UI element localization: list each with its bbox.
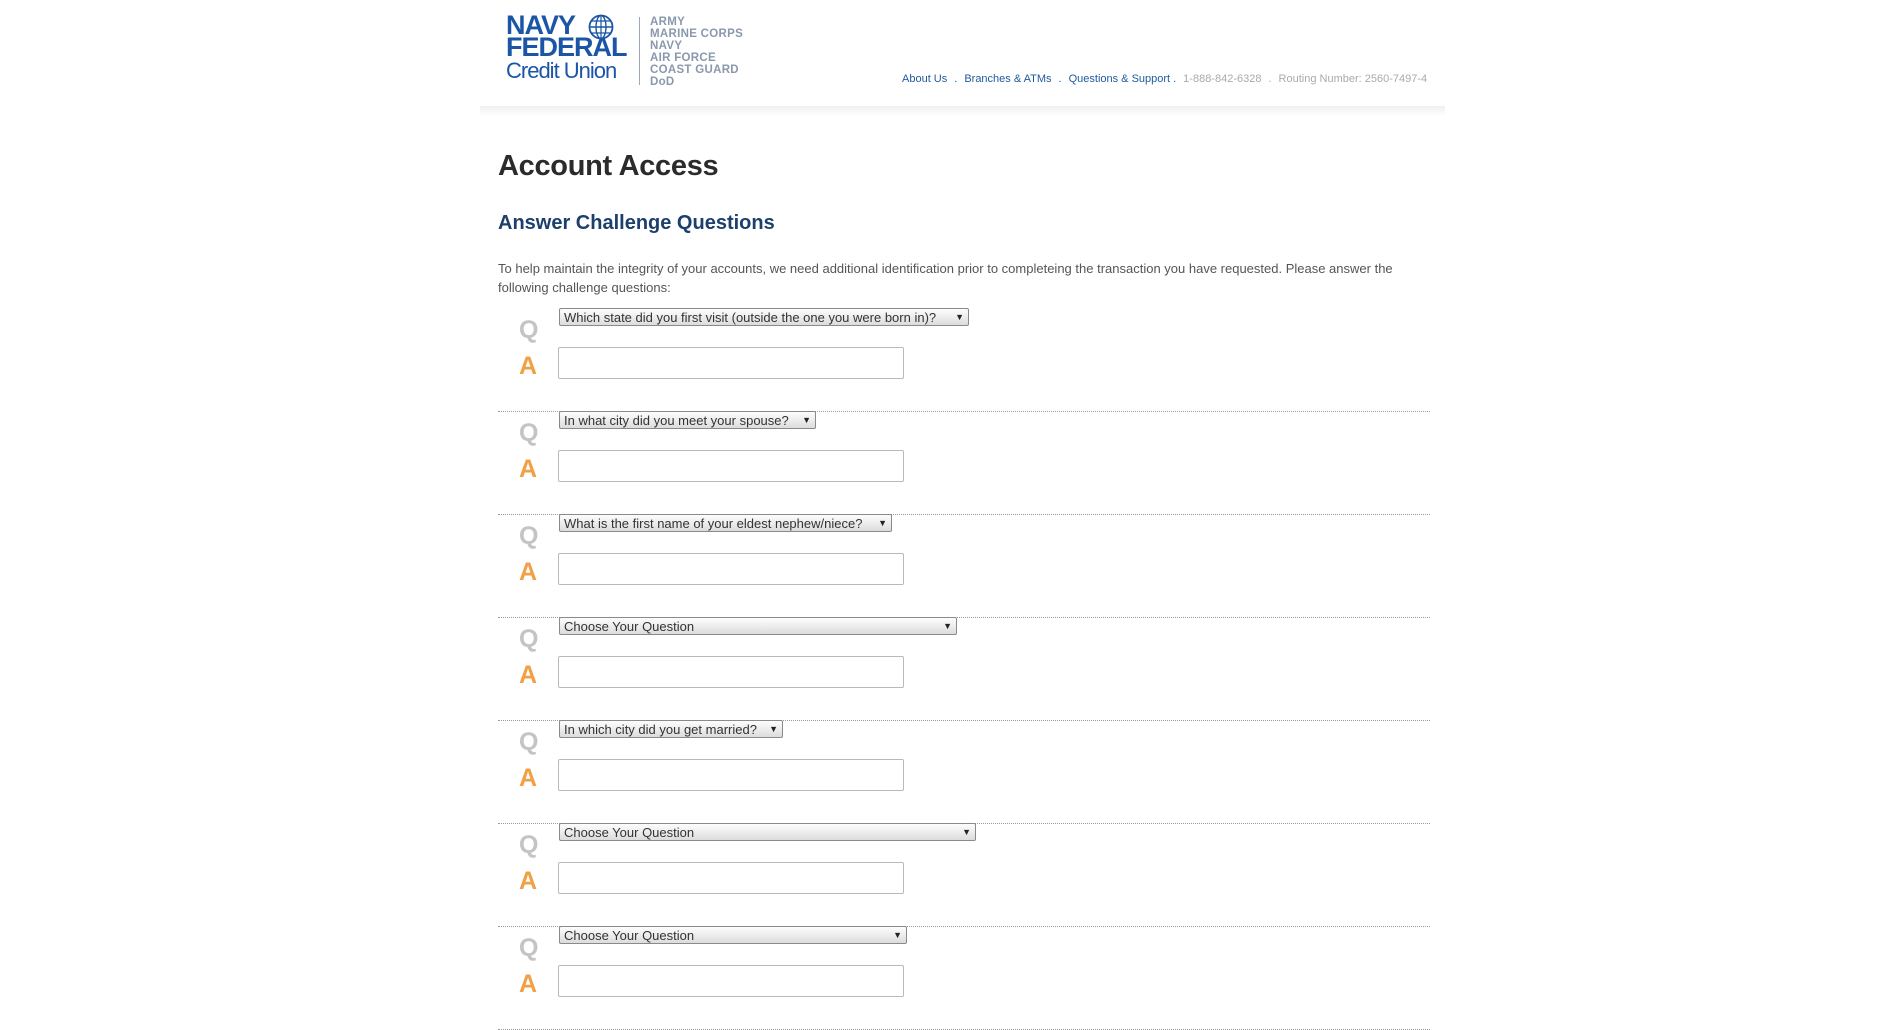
question-select-value: Which state did you first visit (outside… (564, 310, 937, 325)
chevron-down-icon: ▼ (878, 518, 887, 528)
question-select-value: What is the first name of your eldest ne… (564, 516, 863, 531)
service-branches-list: ARMY MARINE CORPS NAVY AIR FORCE COAST G… (650, 16, 743, 88)
answer-input-7[interactable] (558, 965, 904, 997)
chevron-down-icon: ▼ (962, 827, 971, 837)
chevron-down-icon: ▼ (943, 621, 952, 631)
globe-icon (588, 14, 614, 40)
site-header: NAVY FEDERAL Credit Union ARMY MARINE CO… (480, 0, 1445, 108)
about-us-link[interactable]: About Us (902, 73, 947, 85)
question-select-1[interactable]: Which state did you first visit (outside… (559, 308, 969, 326)
challenge-question-4: Q Choose Your Question ▼ A (498, 617, 1430, 721)
answer-input-6[interactable] (558, 862, 904, 894)
branches-atms-link[interactable]: Branches & ATMs (964, 73, 1051, 85)
answer-label: A (519, 867, 538, 895)
nav-separator: . (1058, 73, 1062, 85)
chevron-down-icon: ▼ (893, 930, 902, 940)
challenge-question-5: Q In which city did you get married? ▼ A (498, 720, 1430, 824)
logo-divider (639, 17, 640, 85)
answer-label: A (519, 764, 538, 792)
questions-support-link[interactable]: Questions & Support (1069, 73, 1171, 85)
top-navigation: About Us. Branches & ATMs. Questions & Sup… (902, 73, 1427, 85)
question-select-value: In what city did you meet your spouse? (564, 413, 789, 428)
navy-federal-logo[interactable]: NAVY FEDERAL Credit Union ARMY MARINE CO… (506, 12, 746, 89)
answer-label: A (519, 455, 538, 483)
question-select-5[interactable]: In which city did you get married? ▼ (559, 720, 783, 738)
question-label: Q (519, 934, 539, 962)
question-select-value: Choose Your Question (564, 825, 695, 840)
challenge-question-3: Q What is the first name of your eldest … (498, 514, 1430, 618)
question-select-3[interactable]: What is the first name of your eldest ne… (559, 514, 892, 532)
question-label: Q (519, 419, 539, 447)
branch-army: ARMY (650, 16, 686, 28)
logo-line-credit-union: Credit Union (506, 58, 617, 83)
answer-label: A (519, 970, 538, 998)
branch-coast-guard: COAST GUARD (650, 64, 739, 76)
challenge-question-7: Q Choose Your Question ▼ A (498, 926, 1430, 1030)
header-shadow (480, 106, 1445, 116)
challenge-question-2: Q In what city did you meet your spouse?… (498, 411, 1430, 515)
branch-marine-corps: MARINE CORPS (650, 28, 744, 40)
routing-number: Routing Number: 2560-7497-4 (1278, 73, 1428, 85)
answer-input-4[interactable] (558, 656, 904, 688)
branch-navy: NAVY (650, 40, 683, 52)
question-label: Q (519, 831, 539, 859)
question-select-value: In which city did you get married? (564, 722, 757, 737)
intro-text: To help maintain the integrity of your a… (498, 261, 1393, 295)
question-select-6[interactable]: Choose Your Question ▼ (559, 823, 976, 841)
question-select-value: Choose Your Question (564, 619, 695, 634)
phone-number: 1-888-842-6328 (1183, 73, 1262, 85)
branch-dod: DoD (650, 76, 675, 88)
nav-separator: . (1173, 73, 1177, 85)
question-label: Q (519, 625, 539, 653)
page-title: Account Access (498, 150, 719, 182)
question-label: Q (519, 522, 539, 550)
branch-air-force: AIR FORCE (650, 52, 716, 64)
answer-label: A (519, 661, 538, 689)
challenge-question-1: Q Which state did you first visit (outsi… (498, 308, 1430, 412)
nav-separator: . (1268, 73, 1272, 85)
section-title: Answer Challenge Questions (498, 212, 775, 234)
chevron-down-icon: ▼ (955, 312, 964, 322)
answer-label: A (519, 352, 538, 380)
question-select-value: Choose Your Question (564, 928, 695, 943)
chevron-down-icon: ▼ (802, 415, 811, 425)
answer-label: A (519, 558, 538, 586)
question-select-7[interactable]: Choose Your Question ▼ (559, 926, 907, 944)
nav-separator: . (954, 73, 958, 85)
question-select-4[interactable]: Choose Your Question ▼ (559, 617, 957, 635)
chevron-down-icon: ▼ (769, 724, 778, 734)
question-label: Q (519, 728, 539, 756)
challenge-question-6: Q Choose Your Question ▼ A (498, 823, 1430, 927)
answer-input-3[interactable] (558, 553, 904, 585)
question-label: Q (519, 316, 539, 344)
answer-input-2[interactable] (558, 450, 904, 482)
answer-input-5[interactable] (558, 759, 904, 791)
answer-input-1[interactable] (558, 347, 904, 379)
question-select-2[interactable]: In what city did you meet your spouse? ▼ (559, 411, 816, 429)
